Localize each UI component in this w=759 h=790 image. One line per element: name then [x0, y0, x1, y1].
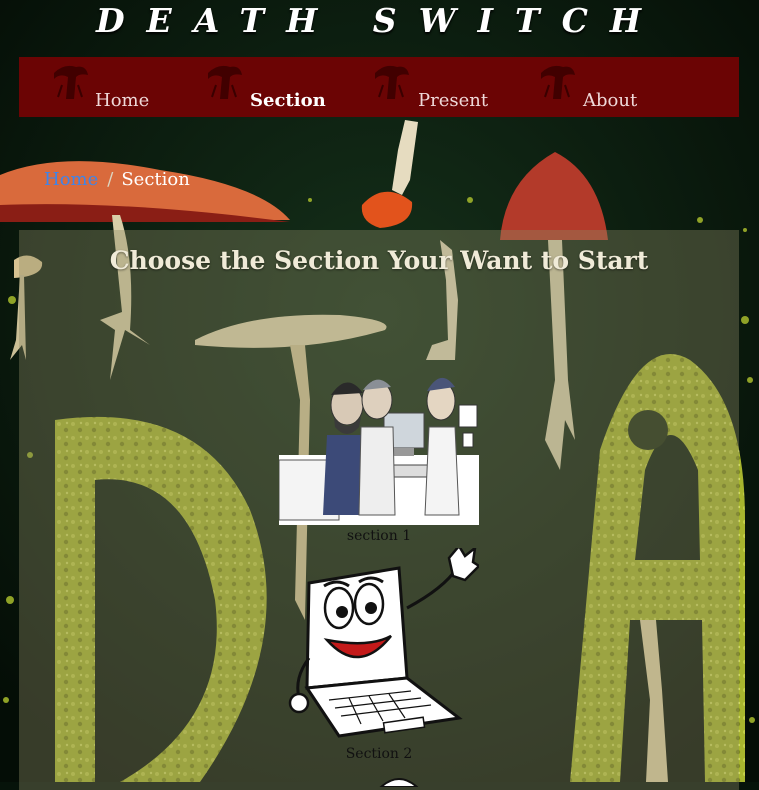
section-1-card[interactable]: section 1 [278, 365, 479, 545]
tree-icon [208, 65, 242, 99]
breadcrumb-current: Section [121, 169, 190, 190]
tree-icon [375, 65, 409, 99]
nav-item-about[interactable]: About [533, 57, 653, 117]
nav-item-present[interactable]: Present [367, 57, 497, 117]
section-2-caption: Section 2 [345, 746, 413, 762]
main-nav: Home Section Present About [19, 57, 739, 117]
breadcrumb-home-link[interactable]: Home [44, 169, 98, 190]
section-3-image-partial [379, 778, 419, 787]
site-title: DEATH SWITCH [95, 1, 664, 40]
nav-item-home[interactable]: Home [45, 57, 165, 117]
nav-label-present: Present [418, 90, 489, 111]
breadcrumb-separator: / [107, 169, 114, 190]
breadcrumb: Home / Section [44, 169, 190, 190]
nav-label-section: Section [250, 90, 326, 111]
tree-icon [541, 65, 575, 99]
page-heading: Choose the Section Your Want to Start [109, 246, 649, 275]
section-2-card[interactable]: Section 2 [279, 543, 481, 773]
nav-label-home: Home [95, 90, 150, 111]
nav-label-about: About [583, 90, 638, 111]
section-1-image [278, 377, 479, 525]
section-2-image [288, 543, 481, 738]
nav-item-section[interactable]: Section [199, 57, 339, 117]
section-1-caption: section 1 [346, 528, 412, 544]
tree-icon [54, 65, 88, 99]
content-panel: Choose the Section Your Want to Start se… [19, 230, 739, 790]
